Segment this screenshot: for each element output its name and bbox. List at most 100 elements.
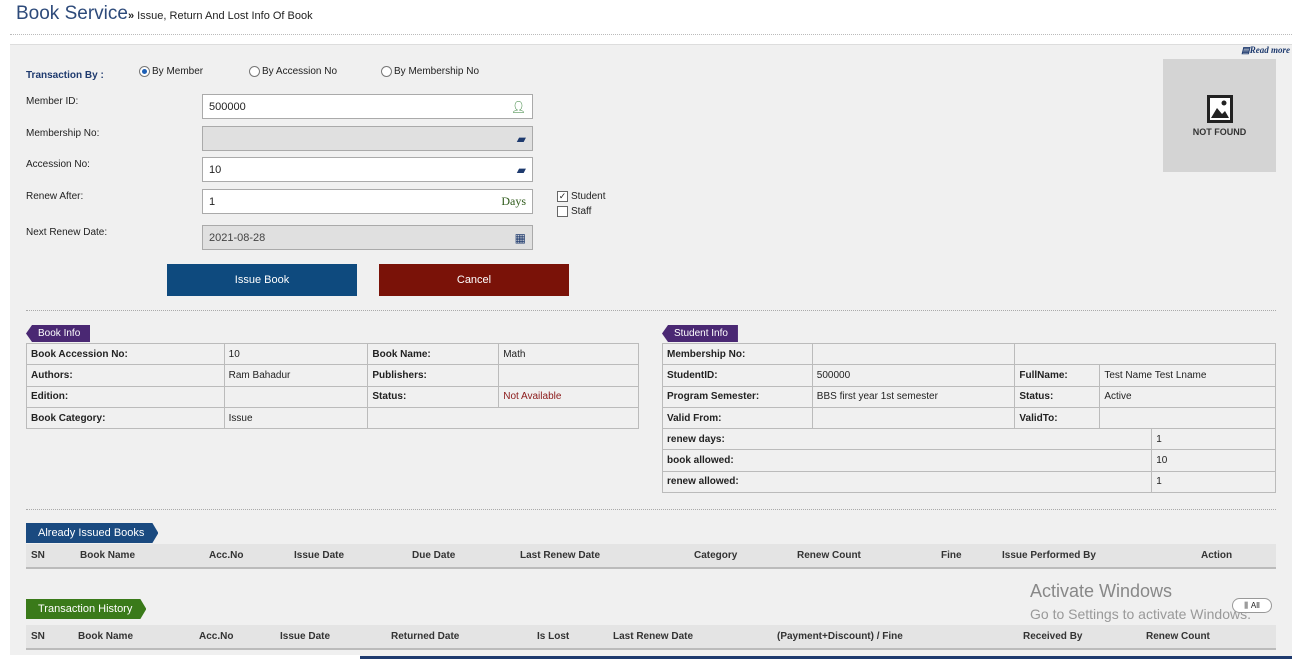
table-cell: Status: — [1014, 385, 1101, 408]
cancel-button[interactable]: Cancel — [379, 264, 569, 296]
table-cell: Membership No: — [662, 342, 813, 366]
table-cell: Valid From: — [662, 406, 813, 430]
member-id-label: Member ID: — [26, 96, 79, 107]
transaction-by-label: Transaction By : — [26, 70, 104, 81]
table-cell — [1014, 342, 1276, 366]
table-cell: BBS first year 1st semester — [811, 385, 1016, 408]
status-value: Not Available — [498, 385, 639, 408]
book-icon[interactable]: ▰ — [517, 132, 526, 146]
table-cell: Edition: — [26, 385, 225, 408]
column-header: (Payment+Discount) / Fine — [777, 631, 903, 642]
checkbox-box[interactable]: ✓ — [557, 191, 568, 202]
read-more-link[interactable]: ▤Read more — [1241, 45, 1290, 56]
radio-dot[interactable] — [139, 66, 150, 77]
bottom-scroll-thumb — [0, 655, 360, 659]
book-icon: ▤ — [1241, 45, 1250, 55]
next-renew-date-value: 2021-08-28 — [209, 231, 266, 244]
table-cell: Book Name: — [367, 342, 500, 366]
column-header: Renew Count — [1146, 631, 1210, 642]
column-header: Returned Date — [391, 631, 460, 642]
table-row: Membership No: — [662, 342, 1276, 366]
issued-books-tag: Already Issued Books — [26, 523, 158, 543]
table-cell: renew allowed: — [661, 470, 1153, 494]
user-icon[interactable]: 👤︎ — [511, 100, 526, 114]
checkbox-label: Staff — [571, 206, 592, 217]
column-header: Book Name — [78, 631, 134, 642]
table-cell: 1 — [1151, 428, 1276, 451]
table-cell — [223, 385, 369, 408]
table-cell: Issue — [223, 406, 369, 430]
student-info-tag: Student Info — [662, 325, 738, 342]
table-cell: Math — [498, 342, 639, 366]
calendar-icon[interactable]: ▦ — [515, 231, 526, 245]
table-cell: Publishers: — [367, 364, 500, 387]
accession-no-input[interactable]: 10 ▰ — [202, 157, 533, 182]
table-cell: 10 — [1151, 449, 1276, 472]
column-header: Renew Count — [797, 550, 861, 561]
issue-book-button[interactable]: Issue Book — [167, 264, 357, 296]
radio-by-accession[interactable]: By Accession No — [249, 66, 337, 77]
student-info-table: Membership No: StudentID: 500000 FullName:… — [661, 342, 1276, 494]
table-row: book allowed: 10 — [661, 449, 1276, 472]
table-row: Book Accession No: 10 Book Name: Math — [26, 342, 639, 366]
table-row: Authors: Ram Bahadur Publishers: — [26, 364, 639, 387]
student-checkbox[interactable]: ✓ Student — [557, 191, 605, 202]
column-header: Last Renew Date — [520, 550, 601, 561]
table-cell: renew days: — [661, 428, 1153, 451]
membership-no-input[interactable]: ▰ — [202, 126, 533, 151]
table-row: renew allowed: 1 — [661, 470, 1276, 494]
column-header: Book Name — [80, 550, 136, 561]
member-photo: NOT FOUND — [1163, 59, 1276, 172]
book-icon[interactable]: ▰ — [517, 163, 526, 177]
column-header: Last Renew Date — [613, 631, 694, 642]
column-header: Due Date — [412, 550, 456, 561]
table-cell: 500000 — [811, 364, 1016, 387]
radio-dot[interactable] — [381, 66, 392, 77]
table-cell: Test Name Test Lname — [1099, 364, 1276, 387]
table-row: Valid From: ValidTo: — [662, 406, 1276, 430]
table-cell: ValidTo: — [1014, 406, 1101, 430]
photo-not-found-text: NOT FOUND — [1192, 127, 1247, 137]
staff-checkbox[interactable]: Staff — [557, 206, 591, 217]
column-header: Fine — [941, 550, 962, 561]
activate-windows-subtitle: Go to Settings to activate Windows. — [1030, 606, 1251, 622]
next-renew-date-input[interactable]: 2021-08-28 ▦ — [202, 225, 533, 250]
section-divider — [26, 310, 1276, 311]
table-cell: Ram Bahadur — [223, 364, 369, 387]
book-info-table: Book Accession No: 10 Book Name: Math Autho… — [26, 342, 639, 430]
checkbox-box[interactable] — [557, 206, 568, 217]
radio-label: By Membership No — [394, 66, 480, 77]
table-cell: book allowed: — [661, 449, 1153, 472]
table-row: StudentID: 500000 FullName: Test Name Test … — [662, 364, 1276, 387]
table-row: Book Category: Issue — [26, 406, 639, 430]
radio-by-member[interactable]: By Member — [139, 66, 203, 77]
table-cell — [1099, 406, 1276, 430]
member-id-input[interactable]: 500000 👤︎ — [202, 94, 533, 119]
radio-by-membership[interactable]: By Membership No — [381, 66, 479, 77]
page-subtitle: » Issue, Return And Lost Info Of Book — [128, 10, 313, 22]
columns-icon: ⫼ — [1244, 600, 1248, 610]
radio-label: By Accession No — [262, 66, 338, 77]
days-suffix: Days — [501, 194, 526, 208]
activate-windows-title: Activate Windows — [1030, 581, 1173, 601]
table-cell — [498, 364, 639, 387]
page-subtitle-text: Issue, Return And Lost Info Of Book — [137, 10, 313, 22]
radio-label: By Member — [152, 66, 204, 77]
issued-books-header: SN Book Name Acc.No Issue Date Due Date … — [26, 544, 1276, 569]
table-cell: FullName: — [1014, 364, 1101, 387]
table-cell: Status: — [367, 385, 500, 408]
accession-no-value: 10 — [209, 163, 222, 176]
image-icon — [1206, 95, 1233, 123]
table-cell: Active — [1099, 385, 1276, 408]
table-cell — [811, 342, 1016, 366]
radio-dot[interactable] — [249, 66, 260, 77]
table-cell: Book Accession No: — [26, 342, 225, 366]
renew-after-label: Renew After: — [26, 191, 84, 202]
table-cell: Program Semester: — [662, 385, 813, 408]
column-header: Acc.No — [209, 550, 244, 561]
renew-after-input[interactable]: 1 Days — [202, 189, 533, 214]
read-more-label: Read more — [1249, 45, 1290, 55]
book-info-tag: Book Info — [26, 325, 91, 342]
all-toggle-button[interactable]: ⫼ All — [1232, 598, 1272, 613]
column-header: Category — [694, 550, 738, 561]
